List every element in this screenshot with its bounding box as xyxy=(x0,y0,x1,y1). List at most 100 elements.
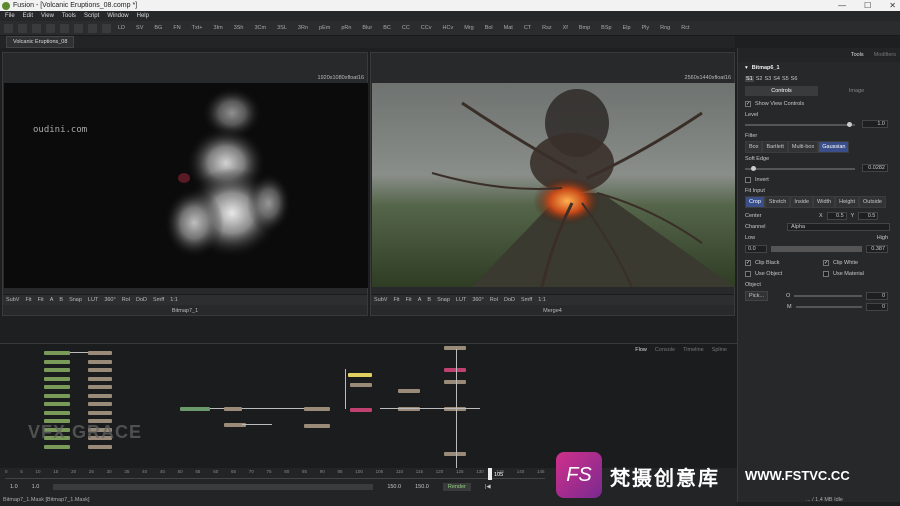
save-icon[interactable] xyxy=(32,23,41,33)
level-slider[interactable] xyxy=(745,122,855,127)
tool-ply[interactable]: Ply xyxy=(640,24,652,32)
flow-node[interactable] xyxy=(88,359,112,364)
flow-node[interactable] xyxy=(44,402,70,406)
tool-bg[interactable]: BG xyxy=(152,24,164,32)
fit-dropdown[interactable]: Fit xyxy=(406,297,412,303)
360-button[interactable]: 360° xyxy=(104,297,115,303)
new-comp-icon[interactable] xyxy=(4,23,13,33)
global-start[interactable]: 1.0 xyxy=(10,484,18,490)
tool-ct[interactable]: CT xyxy=(522,24,533,32)
fit-width[interactable]: Width xyxy=(813,196,836,208)
menu-script[interactable]: Script xyxy=(84,13,99,19)
level-value[interactable]: 1.0 xyxy=(862,120,888,128)
fit-inside[interactable]: Inside xyxy=(790,196,814,208)
high-value[interactable]: 0.387 xyxy=(866,244,888,253)
tool-bmp[interactable]: Bmp xyxy=(577,24,592,32)
chevron-down-icon[interactable]: ▾ xyxy=(745,65,748,71)
flow-node[interactable] xyxy=(350,383,372,387)
cut-icon[interactable] xyxy=(46,23,55,33)
tool-bol[interactable]: Bol xyxy=(483,24,495,32)
undo-icon[interactable] xyxy=(88,23,97,33)
invert-checkbox[interactable] xyxy=(745,176,751,183)
flow-node[interactable] xyxy=(88,385,112,389)
a-button[interactable]: A xyxy=(418,297,422,303)
soft-edge-value[interactable]: 0.0282 xyxy=(862,164,888,172)
low-value[interactable]: 0.0 xyxy=(745,244,767,253)
smff-button[interactable]: Smff xyxy=(521,297,532,303)
flow-node[interactable] xyxy=(224,407,242,411)
o-slider[interactable] xyxy=(794,294,862,297)
menu-help[interactable]: Help xyxy=(137,13,149,19)
global-end[interactable]: 150.0 xyxy=(415,484,429,490)
left-viewer[interactable]: 1920x1080xfloat16 oudini.com SubV Fit Fi… xyxy=(2,52,368,316)
tool-3cm[interactable]: 3Cm xyxy=(253,24,269,32)
flow-node[interactable] xyxy=(444,452,466,456)
flow-node[interactable] xyxy=(304,424,330,428)
right-viewer[interactable]: 2560x1440xfloat16 SubV Fit Fit A B Snap … xyxy=(370,52,735,316)
tab-flow[interactable]: Flow xyxy=(635,347,647,353)
flow-node-merge-selected[interactable] xyxy=(444,368,466,372)
fit-height[interactable]: Height xyxy=(835,196,860,208)
use-object-checkbox[interactable] xyxy=(745,270,751,277)
level-slider-knob[interactable] xyxy=(846,122,852,127)
snap-button[interactable]: Snap xyxy=(437,297,450,303)
range-bar[interactable] xyxy=(53,484,374,490)
flow-node[interactable] xyxy=(88,376,112,381)
fit-button[interactable]: Fit xyxy=(393,297,399,303)
o-value[interactable]: 0 xyxy=(866,291,888,300)
filter-bartlett[interactable]: Bartlett xyxy=(762,141,788,153)
tab-tools[interactable]: Tools xyxy=(851,52,864,58)
tool-3sl[interactable]: 3SL xyxy=(275,24,289,32)
flow-node-selected-yellow[interactable] xyxy=(348,373,372,377)
tab-controls[interactable]: Controls xyxy=(745,86,818,96)
flow-node[interactable] xyxy=(88,368,112,372)
slot-s4[interactable]: S4 xyxy=(773,76,780,82)
subview-button[interactable]: SubV xyxy=(6,297,19,303)
m-slider[interactable] xyxy=(795,305,862,308)
minimize-button[interactable]: — xyxy=(838,1,846,10)
tool-elp[interactable]: Elp xyxy=(621,24,633,32)
flow-node[interactable] xyxy=(44,359,70,364)
timeline-ticks[interactable]: 0 5 10 15 20 25 30 35 40 45 50 55 60 65 70 75 80 85 90 95 10… xyxy=(5,469,545,479)
flow-node[interactable] xyxy=(44,376,70,381)
tool-3rn[interactable]: 3Rn xyxy=(296,24,310,32)
tool-sv[interactable]: SV xyxy=(134,24,145,32)
menu-file[interactable]: File xyxy=(5,13,15,19)
flow-editor[interactable]: Flow Console Timeline Spline VFX GRACE xyxy=(0,343,737,469)
lut-button[interactable]: LUT xyxy=(88,297,98,303)
filter-multibox[interactable]: Multi-box xyxy=(787,141,819,153)
flow-node[interactable] xyxy=(180,407,210,411)
flow-node[interactable] xyxy=(44,410,70,415)
tool-bsp[interactable]: BSp xyxy=(599,24,613,32)
tool-cc[interactable]: CC xyxy=(400,24,412,32)
snap-button[interactable]: Snap xyxy=(69,297,82,303)
flow-node[interactable] xyxy=(444,346,466,350)
flow-node[interactable] xyxy=(44,368,70,372)
flow-node[interactable] xyxy=(88,410,112,415)
flow-node[interactable] xyxy=(88,351,112,355)
tool-3im[interactable]: 3Im xyxy=(212,24,225,32)
fit-crop[interactable]: Crop xyxy=(745,196,765,208)
open-icon[interactable] xyxy=(18,23,27,33)
tool-3sh[interactable]: 3Sh xyxy=(232,24,246,32)
lut-button[interactable]: LUT xyxy=(456,297,466,303)
tool-rng[interactable]: Rng xyxy=(658,24,672,32)
fit-button[interactable]: Fit xyxy=(25,297,31,303)
fit-dropdown[interactable]: Fit xyxy=(38,297,44,303)
soft-edge-slider-knob[interactable] xyxy=(751,166,757,171)
low-high-range[interactable] xyxy=(771,245,862,252)
playhead[interactable] xyxy=(488,468,492,480)
menu-window[interactable]: Window xyxy=(107,13,128,19)
b-button[interactable]: B xyxy=(59,297,63,303)
tab-image[interactable]: Image xyxy=(820,86,893,96)
show-view-controls-checkbox[interactable]: ✓ xyxy=(745,100,751,107)
flow-node[interactable] xyxy=(44,385,70,389)
flow-node[interactable] xyxy=(88,444,112,449)
tool-bc[interactable]: BC xyxy=(381,24,393,32)
menu-edit[interactable]: Edit xyxy=(23,13,33,19)
tool-ld[interactable]: LD xyxy=(116,24,127,32)
tool-blur[interactable]: Blur xyxy=(360,24,374,32)
360-button[interactable]: 360° xyxy=(472,297,483,303)
slot-s5[interactable]: S5 xyxy=(782,76,789,82)
flow-node[interactable] xyxy=(88,393,112,398)
